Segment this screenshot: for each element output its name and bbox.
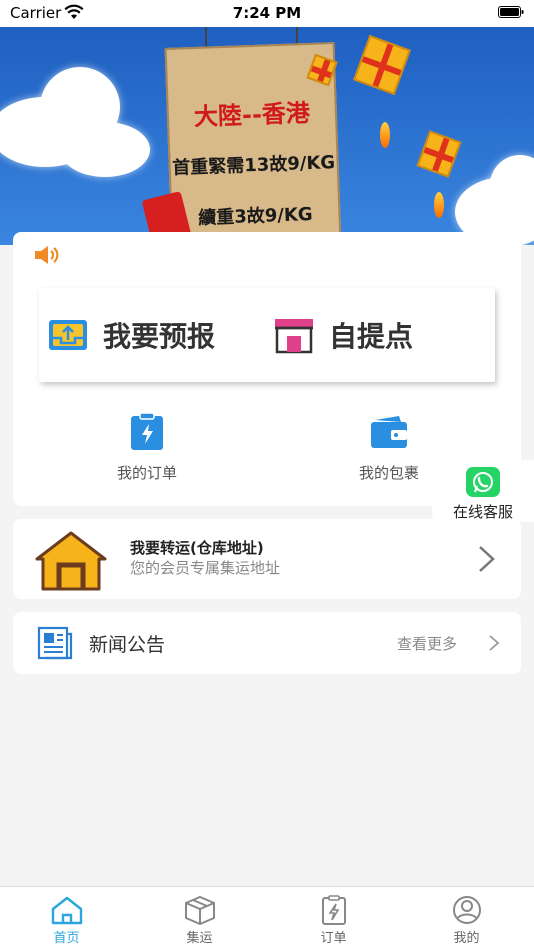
prealert-button[interactable]: 我要预报: [47, 288, 215, 382]
store-icon: [275, 319, 313, 354]
tab-orders-label: 订单: [320, 931, 347, 946]
speaker-icon[interactable]: [33, 244, 61, 266]
clock: 7:24 PM: [232, 4, 302, 22]
house-icon: [35, 531, 107, 591]
promo-banner[interactable]: 大陸--香港 首重緊需13故9/KG 續重3故9/KG: [0, 27, 534, 245]
whatsapp-icon: [466, 467, 500, 497]
news-more-link[interactable]: 查看更多: [397, 633, 457, 654]
cloud-decoration: [60, 122, 150, 177]
tab-consolidation-label: 集运: [186, 931, 213, 946]
chevron-right-icon: [479, 546, 495, 572]
upload-tray-icon: [49, 320, 87, 350]
tab-profile-label: 我的: [453, 931, 480, 946]
banner-first-weight: 首重緊需13故9/KG: [171, 152, 336, 179]
my-orders-button[interactable]: 我的订单: [87, 412, 207, 483]
my-parcels-button[interactable]: 我的包裹: [329, 412, 449, 483]
banner-route: 大陸--香港: [193, 99, 311, 132]
online-service-button[interactable]: 在线客服: [432, 460, 534, 522]
battery-icon: [498, 6, 524, 18]
warehouse-address-row[interactable]: 我要转运(仓库地址) 您的会员专属集运地址: [13, 519, 521, 599]
gift-box-decoration: [353, 34, 411, 96]
my-orders-label: 我的订单: [116, 464, 177, 482]
gift-box-decoration: [416, 130, 462, 178]
tab-profile[interactable]: 我的: [400, 887, 533, 951]
order-clipboard-icon: [321, 895, 346, 925]
user-icon: [452, 896, 481, 924]
order-clipboard-icon: [131, 412, 163, 450]
chevron-right-icon: [489, 635, 500, 651]
transfer-title: 我要转运(仓库地址): [130, 539, 264, 557]
package-icon: [184, 895, 215, 925]
tab-bar: 首页 集运 订单 我的: [0, 886, 534, 951]
prealert-label: 我要预报: [103, 320, 216, 353]
pickup-point-button[interactable]: 自提点: [273, 288, 413, 382]
tab-home[interactable]: 首页: [0, 887, 133, 951]
banner-extra-weight: 續重3故9/KG: [197, 203, 313, 229]
tab-consolidation[interactable]: 集运: [133, 887, 266, 951]
pickup-point-label: 自提点: [329, 320, 414, 353]
news-document-icon: [37, 626, 73, 660]
tab-orders[interactable]: 订单: [267, 887, 400, 951]
my-parcels-label: 我的包裹: [358, 464, 419, 482]
news-title: 新闻公告: [89, 634, 166, 656]
tab-home-label: 首页: [53, 931, 80, 946]
quick-actions: 我要预报 自提点: [39, 288, 495, 382]
news-row[interactable]: 新闻公告 查看更多: [13, 612, 521, 674]
wallet-icon: [371, 416, 407, 448]
status-bar: Carrier 7:24 PM: [0, 0, 534, 27]
transfer-subtitle: 您的会员专属集运地址: [130, 559, 281, 577]
home-icon: [51, 896, 82, 925]
